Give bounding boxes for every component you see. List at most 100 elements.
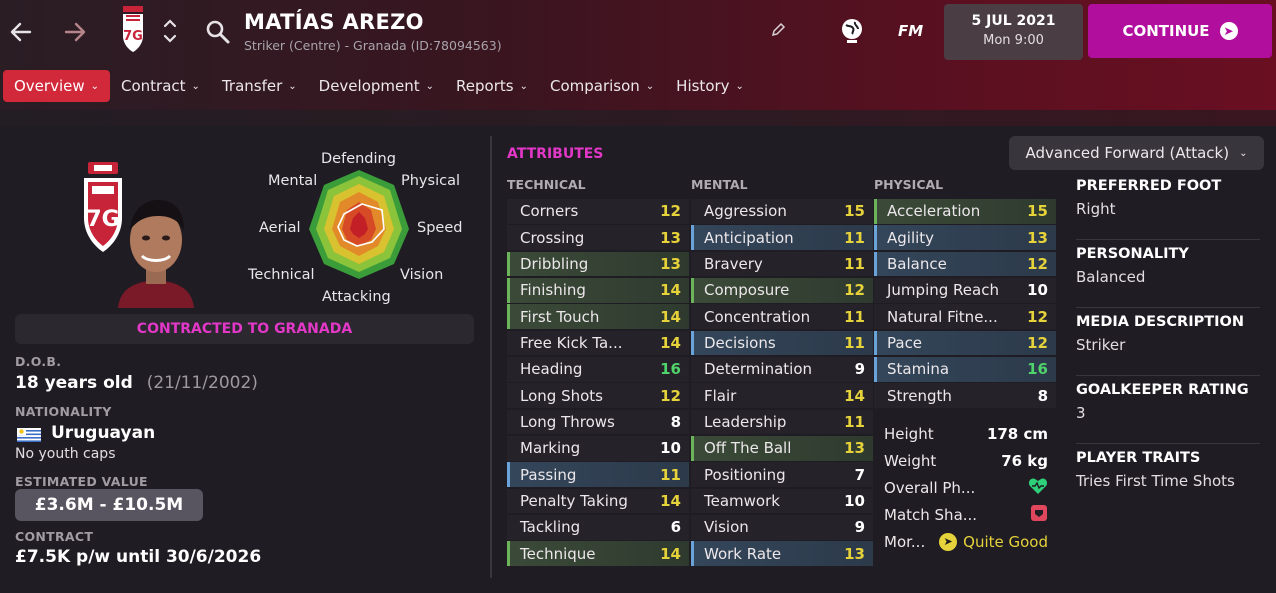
tab-reports[interactable]: Reports ⌄ xyxy=(445,70,539,102)
tab-contract[interactable]: Contract ⌄ xyxy=(110,70,211,102)
attribute-row[interactable]: Anticipation 11 xyxy=(691,225,873,250)
attribute-row[interactable]: Pace 12 xyxy=(874,330,1056,356)
svg-text:7G: 7G xyxy=(123,29,143,44)
youth-caps: No youth caps xyxy=(15,446,116,462)
attribute-row[interactable]: Decisions 11 xyxy=(691,330,873,356)
attribute-row[interactable]: Bravery 11 xyxy=(691,251,873,277)
attribute-value: 14 xyxy=(660,281,681,300)
attribute-name: Crossing xyxy=(520,228,585,247)
attribute-row[interactable]: Work Rate 13 xyxy=(691,541,873,566)
attribute-row[interactable]: First Touch 14 xyxy=(507,304,689,329)
attribute-row[interactable]: Long Shots 12 xyxy=(507,383,689,408)
attribute-value: 11 xyxy=(844,413,865,431)
attribute-name: Agility xyxy=(887,228,935,247)
overall-condition-row: Overall Ph... xyxy=(874,474,1056,501)
attribute-name: Finishing xyxy=(520,281,586,300)
attribute-row[interactable]: Aggression 15 xyxy=(691,199,873,224)
attribute-row[interactable]: Technique 14 xyxy=(507,541,689,566)
attribute-name: First Touch xyxy=(520,307,600,326)
attribute-row[interactable]: Balance 12 xyxy=(874,251,1056,277)
preferred-foot-value: Right xyxy=(1076,200,1116,218)
attribute-row[interactable]: Agility 13 xyxy=(874,225,1056,250)
attribute-row[interactable]: Passing 11 xyxy=(507,462,689,487)
attribute-row[interactable]: Finishing 14 xyxy=(507,278,689,303)
attribute-row[interactable]: Marking 10 xyxy=(507,436,689,461)
attribute-row[interactable]: Jumping Reach 10 xyxy=(874,278,1056,303)
attribute-row[interactable]: Acceleration 15 xyxy=(874,199,1056,224)
attribute-row[interactable]: Strength 8 xyxy=(874,383,1056,408)
tab-development[interactable]: Development ⌄ xyxy=(308,70,445,102)
tab-overview[interactable]: Overview ⌄ xyxy=(3,70,111,102)
attribute-value: 12 xyxy=(1027,333,1048,352)
uruguay-flag-icon xyxy=(17,427,41,446)
attribute-row[interactable]: Positioning 7 xyxy=(691,462,873,487)
attribute-row[interactable]: Heading 16 xyxy=(507,357,689,382)
attribute-row[interactable]: Stamina 16 xyxy=(874,357,1056,382)
attribute-row[interactable]: Tackling 6 xyxy=(507,515,689,540)
tab-comparison[interactable]: Comparison ⌄ xyxy=(539,70,665,102)
media-description-value: Striker xyxy=(1076,336,1126,354)
player-switch-icon[interactable] xyxy=(161,16,179,46)
world-icon[interactable] xyxy=(838,16,866,48)
attribute-value: 11 xyxy=(844,228,865,247)
attribute-name: Tackling xyxy=(520,518,581,537)
edit-pencil-icon[interactable] xyxy=(770,22,786,42)
role-select[interactable]: Advanced Forward (Attack) ⌄ xyxy=(1009,136,1264,170)
tab-transfer[interactable]: Transfer ⌄ xyxy=(211,70,308,102)
attribute-value: 10 xyxy=(1027,281,1048,300)
back-icon[interactable] xyxy=(8,19,34,50)
attribute-row[interactable]: Penalty Taking 14 xyxy=(507,488,689,514)
attribute-row[interactable]: Teamwork 10 xyxy=(691,488,873,514)
attribute-row[interactable]: Corners 12 xyxy=(507,199,689,224)
morale-row: Mor... ➤ Quite Good xyxy=(874,528,1056,555)
estimated-value-label: ESTIMATED VALUE xyxy=(15,474,148,489)
radar-label-vision: Vision xyxy=(400,267,444,283)
sharpness-icon[interactable] xyxy=(1030,504,1048,526)
preferred-foot-section: PREFERRED FOOT Right xyxy=(1076,178,1260,240)
attribute-row[interactable]: Flair 14 xyxy=(691,383,873,408)
search-icon[interactable] xyxy=(205,19,231,49)
attribute-row[interactable]: Natural Fitne... 12 xyxy=(874,304,1056,329)
attribute-row[interactable]: Concentration 11 xyxy=(691,304,873,329)
date-display[interactable]: 5 JUL 2021 Mon 9:00 xyxy=(944,4,1083,60)
nationality-label: NATIONALITY xyxy=(15,404,112,419)
heart-icon[interactable] xyxy=(1028,477,1048,499)
continue-button[interactable]: CONTINUE ➤ xyxy=(1088,4,1272,58)
attribute-row[interactable]: Composure 12 xyxy=(691,278,873,303)
tab-history[interactable]: History ⌄ xyxy=(665,70,755,102)
attribute-value: 10 xyxy=(660,439,681,458)
attribute-row[interactable]: Free Kick Ta... 14 xyxy=(507,330,689,356)
tab-label: Contract xyxy=(121,77,186,95)
attribute-row[interactable]: Off The Ball 13 xyxy=(691,436,873,461)
attribute-value: 12 xyxy=(844,281,865,300)
attribute-value: 12 xyxy=(1027,254,1048,273)
attribute-row[interactable]: Long Throws 8 xyxy=(507,409,689,435)
forward-icon[interactable] xyxy=(62,19,88,50)
attribute-name: Flair xyxy=(704,386,737,405)
attribute-row[interactable]: Determination 9 xyxy=(691,357,873,382)
attribute-value: 16 xyxy=(1027,360,1048,379)
chevron-down-icon: ⌄ xyxy=(735,80,744,92)
mental-attributes: Aggression 15 Anticipation 11 Bravery 11 Compo… xyxy=(691,199,873,568)
morale-value[interactable]: ➤ Quite Good xyxy=(939,532,1048,551)
nationality-value[interactable]: Uruguayan xyxy=(51,423,155,443)
attribute-row[interactable]: Dribbling 13 xyxy=(507,251,689,277)
attribute-row[interactable]: Leadership 11 xyxy=(691,409,873,435)
radar-label-aerial: Aerial xyxy=(259,220,301,236)
club-crest-icon[interactable]: 7G xyxy=(120,6,146,58)
tab-label: Comparison xyxy=(549,77,640,95)
personality-value: Balanced xyxy=(1076,268,1146,286)
media-description-label: MEDIA DESCRIPTION xyxy=(1076,314,1244,330)
media-description-section: MEDIA DESCRIPTION Striker xyxy=(1076,314,1260,376)
role-selected: Advanced Forward (Attack) xyxy=(1025,144,1230,162)
attribute-row[interactable]: Crossing 13 xyxy=(507,225,689,250)
chevron-down-icon: ⌄ xyxy=(519,80,528,92)
panel-divider xyxy=(490,136,492,578)
player-trait-item[interactable]: Tries First Time Shots xyxy=(1076,472,1260,490)
attribute-row[interactable]: Vision 9 xyxy=(691,515,873,540)
fm-menu-button[interactable]: FM xyxy=(898,22,923,40)
chevron-down-icon: ⌄ xyxy=(425,80,435,92)
tab-label: Reports xyxy=(456,77,514,95)
estimated-value[interactable]: £3.6M - £10.5M xyxy=(15,489,203,521)
continue-label: CONTINUE xyxy=(1122,22,1210,40)
